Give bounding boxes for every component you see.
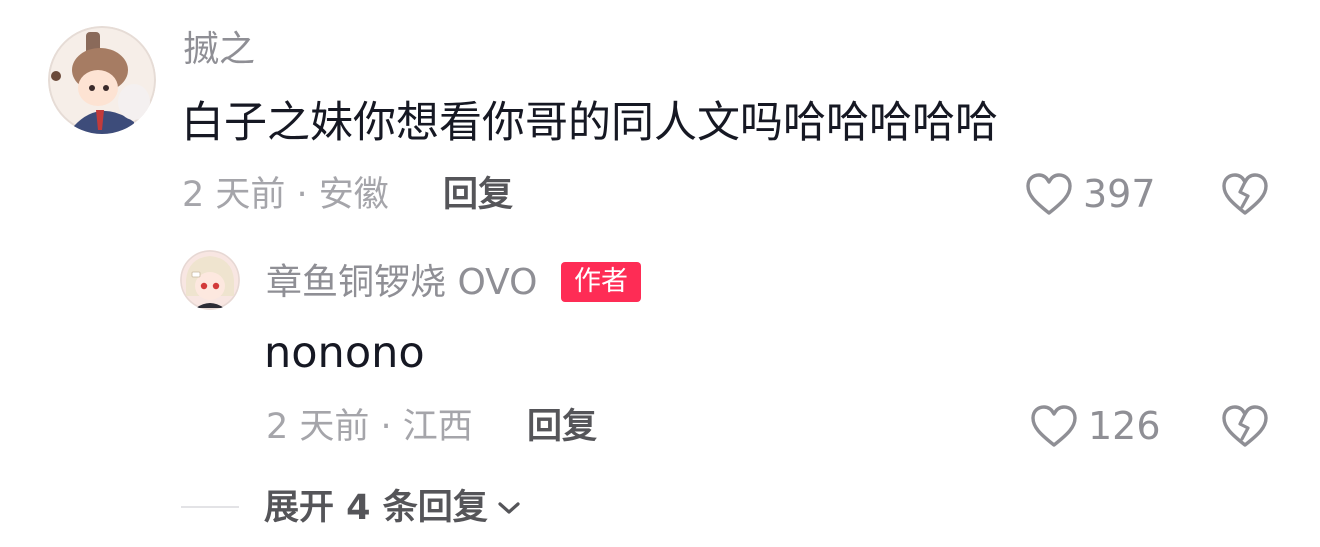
chevron-down-icon (488, 499, 522, 517)
reply-meta: 2 天前 · 江西 (266, 407, 473, 447)
reply-text: nonono (264, 328, 425, 378)
comment-reply-button[interactable]: 回复 (443, 175, 513, 215)
replier-username[interactable]: 章鱼铜锣烧 OVO (266, 263, 537, 303)
commenter-username[interactable]: 揻之 (183, 30, 255, 70)
expand-replies-label: 展开 4 条回复 (264, 488, 488, 528)
comment-text: 白子之妹你想看你哥的同人文吗哈哈哈哈哈 (181, 98, 998, 148)
reply-like-count: 126 (1088, 404, 1161, 448)
comment-dislike-button[interactable] (1221, 172, 1269, 216)
broken-heart-icon (1221, 404, 1269, 448)
comment-like-count: 397 (1083, 172, 1156, 216)
reply-like-button[interactable]: 126 (1030, 402, 1161, 450)
comment-meta: 2 天前 · 安徽 (182, 175, 389, 215)
commenter-avatar[interactable] (48, 26, 156, 134)
comment-thread: 揻之 白子之妹你想看你哥的同人文吗哈哈哈哈哈 2 天前 · 安徽 回复 397 (0, 0, 1320, 547)
heart-icon (1025, 172, 1073, 216)
expand-divider (181, 506, 239, 508)
broken-heart-icon (1221, 172, 1269, 216)
reply-reply-button[interactable]: 回复 (527, 407, 597, 447)
heart-icon (1030, 404, 1078, 448)
replier-avatar[interactable] (180, 250, 240, 310)
comment-like-button[interactable]: 397 (1025, 170, 1156, 218)
author-badge: 作者 (561, 262, 641, 302)
reply-dislike-button[interactable] (1221, 404, 1269, 448)
expand-replies-button[interactable]: 展开 4 条回复 (264, 488, 522, 528)
